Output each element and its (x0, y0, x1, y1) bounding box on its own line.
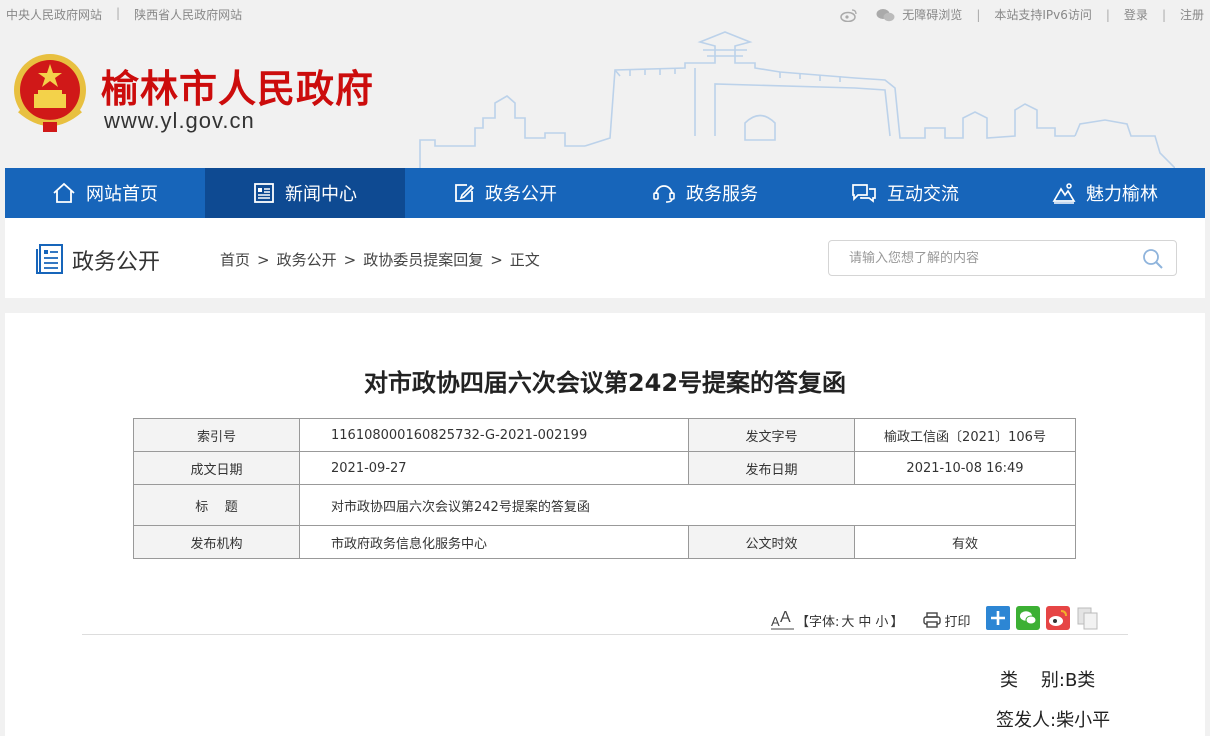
breadcrumb-gov-affairs[interactable]: 政务公开 (277, 251, 337, 269)
nav-item-gov-affairs[interactable]: 政务公开 (405, 168, 605, 218)
svg-text:A: A (780, 609, 791, 626)
accessible-browse-link[interactable]: 无障碍浏览 (902, 6, 962, 23)
subject-label: 标 题 (133, 484, 300, 526)
divider: | (1105, 7, 1110, 22)
date-label: 成文日期 (133, 451, 300, 485)
ipv6-notice: 本站支持IPv6访问 (994, 8, 1092, 22)
register-link[interactable]: 注册 (1180, 6, 1204, 23)
font-size-icon: AA (771, 609, 794, 630)
site-title[interactable]: 榆林市人民政府 (101, 58, 374, 113)
table-row: 标 题 对市政协四届六次会议第242号提案的答复函 (133, 484, 1076, 526)
nav-item-label: 互动交流 (887, 184, 959, 205)
nav-item-interaction[interactable]: 互动交流 (805, 168, 1005, 218)
breadcrumb-current: 正文 (509, 251, 540, 269)
breadcrumb: 首页 > 政务公开 > 政协委员提案回复 > 正文 (220, 249, 540, 270)
search-icon[interactable] (1142, 248, 1164, 270)
breadcrumb-bar: 政务公开 首页 > 政务公开 > 政协委员提案回复 > 正文 (5, 218, 1205, 298)
search-input[interactable] (829, 241, 1129, 275)
link-shaanxi-gov[interactable]: 陕西省人民政府网站 (134, 6, 242, 23)
nav-item-label: 新闻中心 (285, 184, 357, 205)
divider (82, 634, 1128, 635)
validity-label: 公文时效 (688, 525, 855, 559)
print-icon[interactable] (923, 612, 942, 628)
copy-link-icon[interactable] (1076, 606, 1100, 634)
city-wall-skyline-illustration (419, 31, 1175, 168)
print-button[interactable]: 打印 (944, 611, 970, 630)
docno-value: 榆政工信函〔2021〕106号 (854, 418, 1076, 452)
document-list-icon (36, 244, 63, 274)
org-value: 市政府政务信息化服务中心 (299, 525, 689, 559)
weibo-share-icon[interactable] (1046, 606, 1071, 634)
service-icon (653, 185, 675, 203)
font-large-button[interactable]: 大 (841, 611, 854, 630)
signer-line: 签发人:柴小平 (996, 710, 1111, 731)
breadcrumb-proposal-replies[interactable]: 政协委员提案回复 (363, 251, 483, 269)
login-link[interactable]: 登录 (1124, 6, 1148, 23)
breadcrumb-separator: > (343, 251, 357, 269)
pubdate-label: 发布日期 (688, 451, 855, 485)
site-url: www.yl.gov.cn (104, 108, 255, 133)
nav-item-label: 政务公开 (485, 184, 557, 205)
nav-item-news[interactable]: 新闻中心 (205, 168, 405, 218)
top-utility-bar: 中央人民政府网站 | 陕西省人民政府网站 无障碍浏览 | 本站支持IPv6访问 … (0, 0, 1210, 28)
table-row: 成文日期 2021-09-27 发布日期 2021-10-08 16:49 (133, 451, 1076, 485)
svg-text:A: A (771, 614, 780, 629)
date-value: 2021-09-27 (299, 451, 689, 485)
font-size-prefix: 【字体: (796, 614, 840, 630)
nav-item-label: 网站首页 (86, 184, 158, 205)
site-header: 榆林市人民政府 www.yl.gov.cn (0, 28, 1210, 168)
mountain-icon (1052, 183, 1076, 204)
breadcrumb-home[interactable]: 首页 (220, 251, 250, 269)
validity-value: 有效 (854, 525, 1076, 559)
nav-item-charm-yulin[interactable]: 魅力榆林 (1005, 168, 1205, 218)
search-box (828, 240, 1177, 276)
edit-icon (455, 184, 475, 202)
subject-value: 对市政协四届六次会议第242号提案的答复函 (299, 484, 1076, 526)
wechat-icon[interactable] (876, 8, 895, 22)
home-icon (53, 182, 75, 203)
font-size-suffix: 】 (890, 614, 904, 630)
document-metadata-table: 索引号 116108000160825732-G-2021-002199 发文字… (133, 418, 1076, 559)
category-line: 类 别:B类 (1000, 670, 1096, 691)
article-title: 对市政协四届六次会议第242号提案的答复函 (363, 369, 847, 397)
index-value: 116108000160825732-G-2021-002199 (299, 418, 689, 452)
docno-label: 发文字号 (688, 418, 855, 452)
national-emblem-icon[interactable] (10, 50, 90, 136)
nav-item-label: 政务服务 (686, 184, 758, 205)
nav-item-label: 魅力榆林 (1086, 184, 1158, 205)
index-label: 索引号 (133, 418, 300, 452)
breadcrumb-separator: > (257, 251, 270, 269)
font-medium-button[interactable]: 中 (858, 611, 871, 630)
chat-icon (852, 184, 876, 203)
font-small-button[interactable]: 小 (875, 611, 888, 630)
nav-item-gov-service[interactable]: 政务服务 (605, 168, 805, 218)
share-more-icon[interactable] (986, 606, 1011, 634)
nav-item-home[interactable]: 网站首页 (5, 168, 205, 218)
share-buttons (986, 606, 1100, 634)
table-row: 发布机构 市政府政务信息化服务中心 公文时效 有效 (133, 525, 1076, 559)
main-navigation: 网站首页 新闻中心 政务公开 政务服务 互动交流 魅力榆林 (5, 168, 1205, 218)
link-central-gov[interactable]: 中央人民政府网站 (6, 6, 102, 23)
pubdate-value: 2021-10-08 16:49 (854, 451, 1076, 485)
divider: | (1161, 7, 1166, 22)
article-content: 对市政协四届六次会议第242号提案的答复函 索引号 11610800016082… (5, 313, 1205, 736)
weibo-icon[interactable] (840, 8, 858, 22)
divider: | (116, 6, 121, 20)
article-toolbar: AA 【字体: 大 中 小 】 打印 (770, 606, 1100, 634)
org-label: 发布机构 (133, 525, 300, 559)
divider: | (976, 7, 981, 22)
section-title: 政务公开 (72, 250, 161, 275)
news-icon (254, 183, 274, 203)
table-row: 索引号 116108000160825732-G-2021-002199 发文字… (133, 418, 1076, 452)
wechat-share-icon[interactable] (1016, 606, 1041, 634)
breadcrumb-separator: > (490, 251, 503, 269)
